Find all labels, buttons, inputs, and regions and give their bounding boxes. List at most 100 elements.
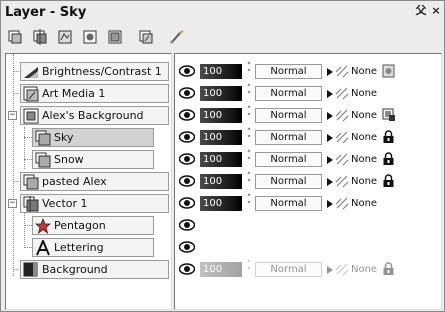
blend-dropdown-arrow-icon[interactable] [327, 112, 333, 120]
pin-icon[interactable]: ⽗ [414, 4, 428, 18]
brush-variance-icon[interactable] [167, 27, 187, 47]
layer-row[interactable]: Lettering [6, 238, 171, 257]
blend-mode-select[interactable]: Normal [255, 108, 322, 123]
blend-mode-select[interactable]: Normal [255, 174, 322, 189]
blend-mode-select[interactable]: Normal [255, 86, 322, 101]
blend-mode-select[interactable]: Normal [255, 196, 322, 211]
link-set-label[interactable]: None [351, 86, 377, 101]
new-vector-layer-icon[interactable] [30, 27, 50, 47]
layer-row[interactable]: Brightness/Contrast 1 [6, 62, 171, 81]
layer-item-background[interactable]: Background [20, 260, 169, 279]
layer-item-sky[interactable]: Sky [32, 128, 154, 147]
link-set-label[interactable]: None [351, 196, 377, 211]
layer-item-snow[interactable]: Snow [32, 150, 154, 169]
visibility-eye-icon[interactable] [179, 263, 195, 275]
layer-row[interactable]: Pentagon [6, 216, 171, 235]
new-mask-layer-icon[interactable] [80, 27, 100, 47]
link-set-label[interactable]: None [351, 108, 377, 123]
lock-icon[interactable] [382, 130, 395, 144]
opacity-spinner[interactable]: ˄ ˅ [245, 261, 253, 277]
link-set-label[interactable]: None [351, 130, 377, 145]
layer-item-brightness-contrast[interactable]: Brightness/Contrast 1 [20, 62, 169, 81]
opacity-field[interactable]: 100 [200, 64, 242, 79]
opacity-spinner[interactable]: ˄ ˅ [245, 85, 253, 101]
opacity-spinner[interactable]: ˄ ˅ [245, 173, 253, 189]
blend-dropdown-arrow-icon[interactable] [327, 90, 333, 98]
layer-row[interactable]: Background [6, 260, 171, 279]
visibility-eye-icon[interactable] [179, 65, 195, 77]
opacity-spinner[interactable]: ˄ ˅ [245, 195, 253, 211]
raster-layer-icon [35, 130, 51, 145]
visibility-eye-icon[interactable] [179, 87, 195, 99]
blend-mode-select[interactable]: Normal [255, 262, 322, 277]
opacity-field[interactable]: 100 [200, 86, 242, 101]
link-set-icon[interactable] [335, 262, 349, 276]
opacity-spinner[interactable]: ˄ ˅ [245, 151, 253, 167]
blend-dropdown-arrow-icon[interactable] [327, 178, 333, 186]
link-set-icon[interactable] [335, 152, 349, 166]
opacity-spinner[interactable]: ˄ ˅ [245, 63, 253, 79]
close-icon[interactable]: × [429, 4, 443, 18]
layer-row[interactable]: − Vector 1 [6, 194, 171, 213]
blend-dropdown-arrow-icon[interactable] [327, 68, 333, 76]
blend-mode-select[interactable]: Normal [255, 130, 322, 145]
layer-item-pasted-alex[interactable]: pasted Alex [20, 172, 169, 191]
layer-palette-window: Layer - Sky ⽗ × Brightness/Contrast 1 Ar… [0, 0, 445, 312]
layer-item-vector-1[interactable]: Vector 1 [20, 194, 169, 213]
link-set-icon[interactable] [335, 196, 349, 210]
visibility-eye-icon[interactable] [179, 241, 195, 253]
link-set-label[interactable]: None [351, 152, 377, 167]
link-set-icon[interactable] [335, 64, 349, 78]
mask-icon[interactable] [382, 64, 395, 78]
visibility-eye-icon[interactable] [179, 153, 195, 165]
new-group-icon[interactable] [105, 27, 125, 47]
link-set-icon[interactable] [335, 174, 349, 188]
visibility-eye-icon[interactable] [179, 131, 195, 143]
link-set-icon[interactable] [335, 130, 349, 144]
layer-item-pentagon[interactable]: Pentagon [32, 216, 154, 235]
layer-item-art-media-1[interactable]: Art Media 1 [20, 84, 169, 103]
visibility-eye-icon[interactable] [179, 197, 195, 209]
lock-icon[interactable] [382, 174, 395, 188]
blend-dropdown-arrow-icon[interactable] [327, 200, 333, 208]
blend-dropdown-arrow-icon[interactable] [327, 266, 333, 274]
visibility-eye-icon[interactable] [179, 175, 195, 187]
opacity-field[interactable]: 100 [200, 174, 242, 189]
layer-row[interactable]: Sky [6, 128, 171, 147]
link-set-label[interactable]: None [351, 64, 377, 79]
blend-mode-select[interactable]: Normal [255, 152, 322, 167]
title-bar[interactable]: Layer - Sky ⽗ × [1, 1, 444, 23]
opacity-field[interactable]: 100 [200, 108, 242, 123]
layer-row[interactable]: Snow [6, 150, 171, 169]
link-set-icon[interactable] [335, 108, 349, 122]
blend-mode-select[interactable]: Normal [255, 64, 322, 79]
collapse-toggle[interactable]: − [8, 199, 17, 208]
layer-row[interactable]: − Alex's Background [6, 106, 171, 125]
layer-toolbar [1, 24, 444, 50]
blend-dropdown-arrow-icon[interactable] [327, 156, 333, 164]
layer-row[interactable]: pasted Alex [6, 172, 171, 191]
new-adjustment-layer-icon[interactable] [55, 27, 75, 47]
new-art-media-layer-icon[interactable] [136, 27, 156, 47]
opacity-field[interactable]: 100 [200, 262, 242, 277]
collapse-toggle[interactable]: − [8, 111, 17, 120]
link-set-label[interactable]: None [351, 174, 377, 189]
opacity-field[interactable]: 100 [200, 196, 242, 211]
lock-icon[interactable] [382, 152, 395, 166]
layer-item-lettering[interactable]: Lettering [32, 238, 154, 257]
opacity-spinner[interactable]: ˄ ˅ [245, 129, 253, 145]
blend-dropdown-arrow-icon[interactable] [327, 134, 333, 142]
opacity-field[interactable]: 100 [200, 152, 242, 167]
visibility-eye-icon[interactable] [179, 109, 195, 121]
link-set-icon[interactable] [335, 86, 349, 100]
opacity-field[interactable]: 100 [200, 130, 242, 145]
layer-item-alexs-background[interactable]: Alex's Background [20, 106, 169, 125]
link-set-label[interactable]: None [351, 262, 377, 277]
group-lock-icon[interactable] [382, 108, 395, 122]
layer-row[interactable]: Art Media 1 [6, 84, 171, 103]
visibility-eye-icon[interactable] [179, 219, 195, 231]
layer-name: Lettering [54, 241, 104, 254]
opacity-spinner[interactable]: ˄ ˅ [245, 107, 253, 123]
lock-icon[interactable] [382, 262, 395, 276]
new-raster-layer-icon[interactable] [5, 27, 25, 47]
